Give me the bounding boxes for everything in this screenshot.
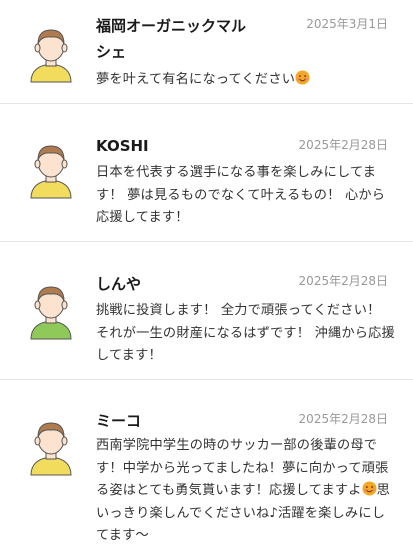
comment-date: 2025年2月28日	[298, 138, 388, 152]
user-avatar-icon	[30, 422, 72, 476]
comment-list: 福岡オーガニックマル シェ 2025年3月1日 夢を叶えて有名になってください …	[0, 0, 413, 555]
comment-text: 夢を叶えて有名になってください	[96, 69, 396, 92]
comment-text: 挑戦に投資します！ 全力で頑張ってください！ それが一生の財産になるはずです！ …	[96, 303, 395, 363]
comment-date: 2025年2月28日	[298, 412, 388, 426]
comment-text-body: 西南学院中学生の時のサッカー部の後輩の母です！中学から光ってましたね！夢に向かっ…	[96, 438, 389, 498]
comment-text: 西南学院中学生の時のサッカー部の後輩の母です！中学から光ってましたね！夢に向かっ…	[96, 435, 396, 548]
smiling-face-icon	[295, 70, 310, 85]
user-avatar-icon	[30, 29, 72, 83]
comment-text-body: 夢を叶えて有名になってください	[96, 72, 296, 87]
commenter-name: KOSHI	[96, 137, 149, 155]
smiling-face-icon	[362, 481, 377, 496]
commenter-name: しんや	[96, 275, 142, 293]
commenter-name: ミーコ	[96, 412, 142, 430]
comment-date: 2025年2月28日	[298, 274, 388, 288]
user-avatar-icon	[30, 286, 72, 340]
user-avatar-icon	[30, 145, 72, 199]
comment-text: 日本を代表する選手になる事を楽しみにしてます！ 夢は見るものでなくて叶えるもの！…	[96, 165, 386, 225]
comment-date: 2025年3月1日	[306, 17, 388, 31]
commenter-name: 福岡オーガニックマル シェ	[96, 17, 247, 61]
comment-item: しんや 2025年2月28日 挑戦に投資します！ 全力で頑張ってください！ それ…	[0, 242, 413, 380]
comment-item: 福岡オーガニックマル シェ 2025年3月1日 夢を叶えて有名になってください	[0, 0, 413, 104]
comment-item: KOSHI 2025年2月28日 日本を代表する選手になる事を楽しみにしてます！…	[0, 104, 413, 242]
comment-item: ミーコ 2025年2月28日 西南学院中学生の時のサッカー部の後輩の母です！中学…	[0, 380, 413, 555]
